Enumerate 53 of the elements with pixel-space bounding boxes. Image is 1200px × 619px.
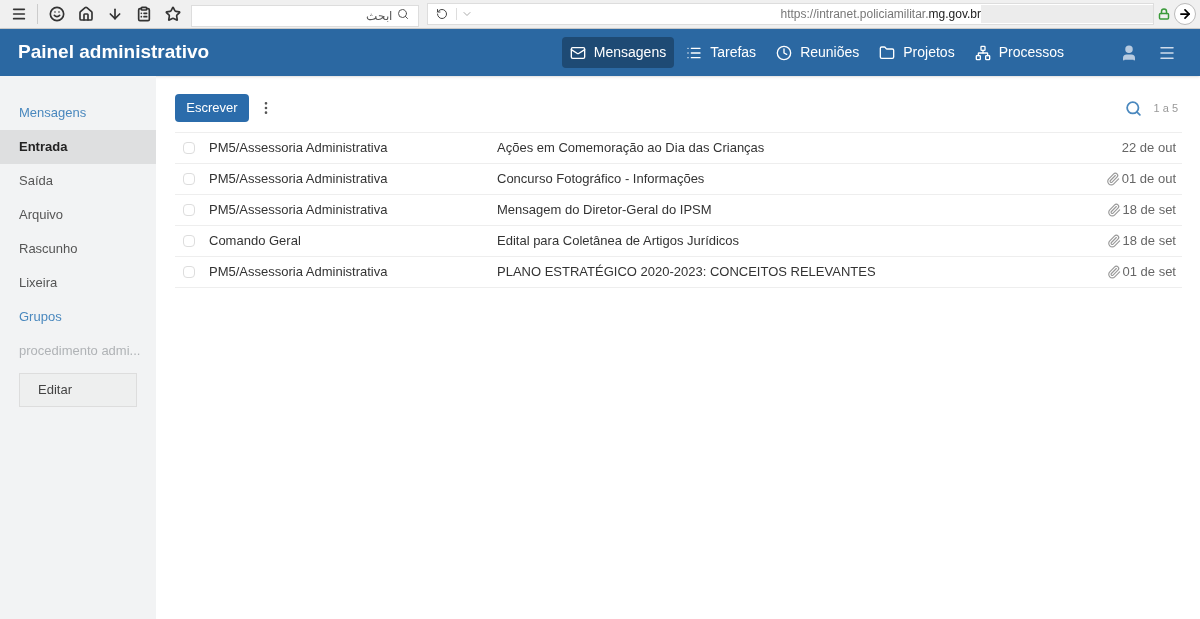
message-row[interactable]: PM5/Assessoria Administrativa Ações em Comemoração ao Dia das Crianças 22 de out — [175, 133, 1182, 164]
envelope-icon — [569, 44, 586, 61]
sender-text: PM5/Assessoria Administrativa — [209, 139, 389, 158]
nav-tab[interactable]: Mensagens — [561, 37, 675, 68]
message-row[interactable]: Comando Geral Edital para Coletânea de Artigos Jurídicos 18 de set — [175, 226, 1182, 257]
page-range: 1 a 5 — [1153, 100, 1178, 116]
sidebar-item[interactable]: Arquivo — [0, 198, 156, 232]
message-row[interactable]: PM5/Assessoria Administrativa PLANO ESTRATÉGICO 2020-2023: CONCEITOS RELEVANTES 01 de set — [175, 257, 1182, 288]
date-text: 22 de out — [1121, 139, 1176, 158]
sender-text: PM5/Assessoria Administrativa — [209, 201, 389, 220]
compose-button[interactable]: Escrever — [175, 94, 249, 122]
sidebar-item[interactable]: Entrada — [0, 130, 156, 164]
date-text: 01 de out — [1121, 170, 1176, 189]
user-icon[interactable] — [1120, 43, 1138, 62]
sender-text: PM5/Assessoria Administrativa — [209, 170, 389, 189]
message-row[interactable]: PM5/Assessoria Administrativa Concurso Fotográfico - Informações 01 de out — [175, 164, 1182, 195]
sidebar-heading[interactable]: Grupos — [0, 300, 156, 334]
subject-text: PLANO ESTRATÉGICO 2020-2023: CONCEITOS RELEVANTES — [497, 263, 877, 282]
address-bar[interactable]: https://intranet.policiamilitar.mg.gov.br — [427, 3, 1154, 25]
search-field[interactable]: ابحث — [191, 5, 419, 27]
subject-text: Concurso Fotográfico - Informações — [497, 170, 706, 189]
checkbox[interactable] — [183, 266, 195, 278]
subject-text: Edital para Coletânea de Artigos Jurídicos — [497, 232, 741, 251]
message-row[interactable]: PM5/Assessoria Administrativa Mensagem do Diretor-Geral do IPSM 18 de set — [175, 195, 1182, 226]
checkbox[interactable] — [183, 204, 195, 216]
subject-text: Mensagem do Diretor-Geral do IPSM — [497, 201, 713, 220]
search-icon — [397, 8, 409, 20]
lock-icon — [1158, 8, 1170, 20]
sidebar-item[interactable]: Lixeira — [0, 266, 156, 300]
sidebar-item[interactable]: Rascunho — [0, 232, 156, 266]
date-text: 18 de set — [1122, 201, 1176, 220]
edit-button[interactable]: Editar — [19, 373, 137, 407]
sender-text: PM5/Assessoria Administrativa — [209, 263, 389, 282]
sitemap-icon — [974, 44, 991, 61]
sidebar-item[interactable]: Saída — [0, 164, 156, 198]
go-button[interactable] — [1174, 3, 1196, 25]
nav-tab[interactable]: Tarefas — [678, 37, 765, 68]
checkbox[interactable] — [183, 235, 195, 247]
nav-tab[interactable]: Projetos — [871, 37, 963, 68]
app-title: Painel administrativo — [18, 40, 210, 65]
folder-icon — [879, 44, 896, 61]
date-text: 01 de set — [1122, 263, 1176, 282]
url-text[interactable]: https://intranet.policiamilitar.mg.gov.br — [780, 5, 981, 23]
date-text: 18 de set — [1122, 232, 1176, 251]
checkbox[interactable] — [183, 142, 195, 154]
clock-icon — [776, 44, 793, 61]
nav-tab[interactable]: Reuniões — [768, 37, 868, 68]
subject-text: Ações em Comemoração ao Dia das Crianças — [497, 139, 766, 158]
search-icon[interactable] — [1124, 99, 1142, 117]
sender-text: Comando Geral — [209, 232, 302, 251]
nav-tab[interactable]: Processos — [966, 37, 1072, 68]
checkbox[interactable] — [183, 173, 195, 185]
sidebar-heading[interactable]: Mensagens — [0, 96, 156, 130]
